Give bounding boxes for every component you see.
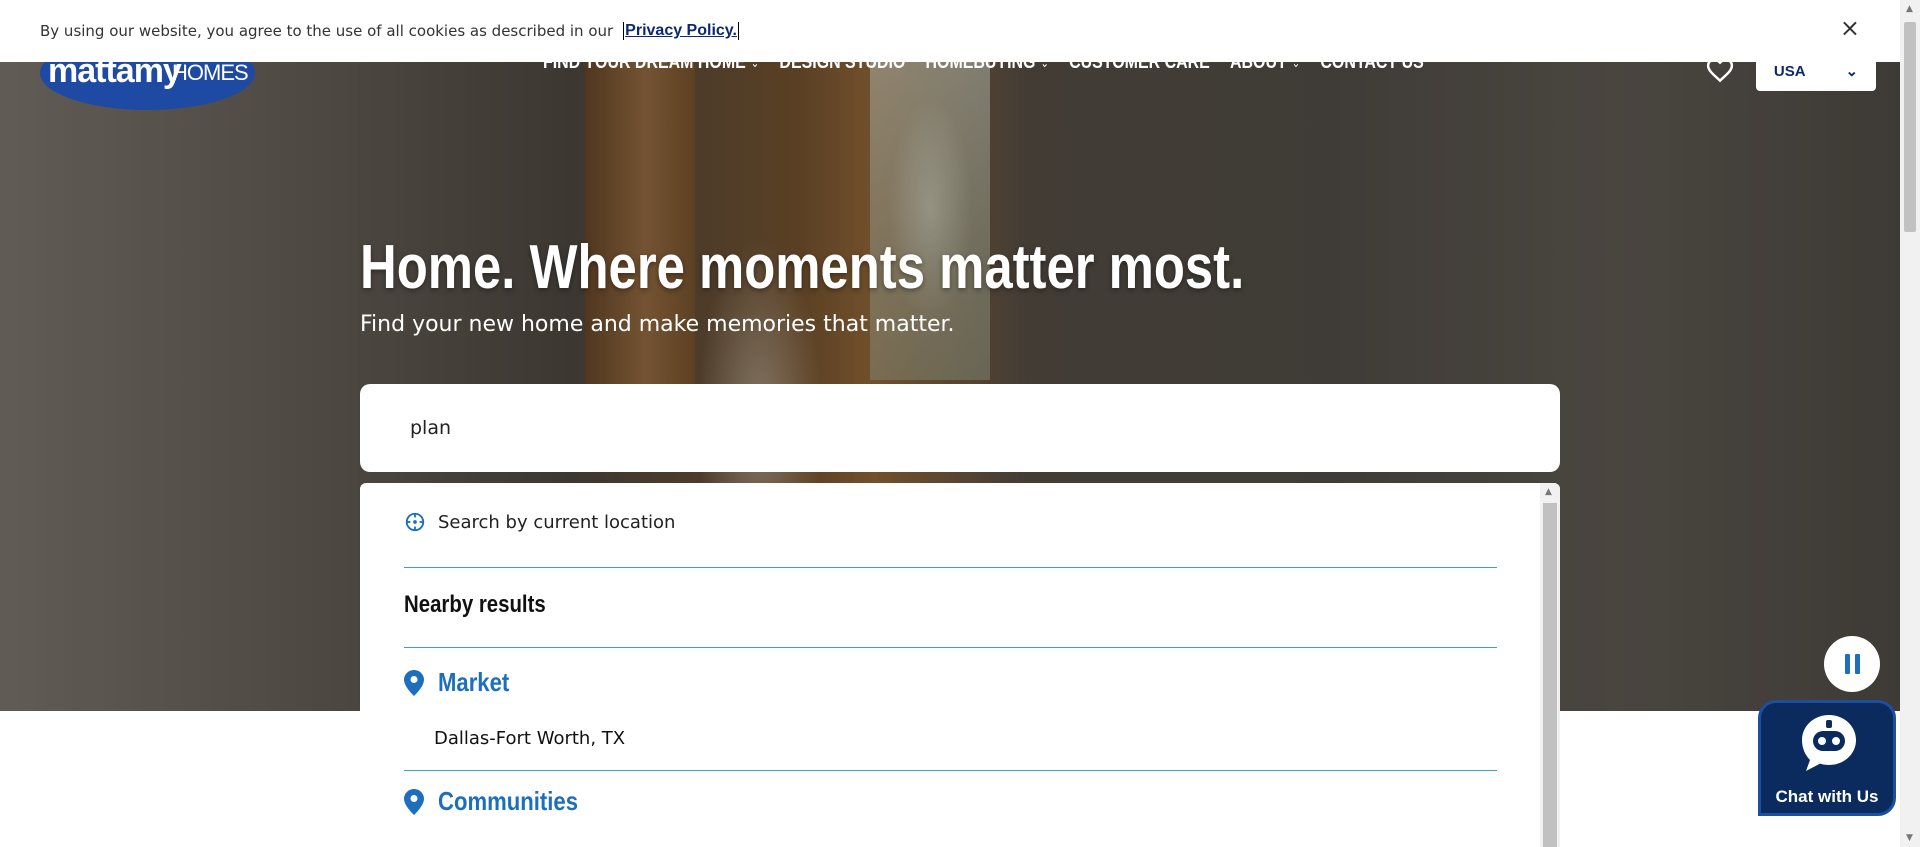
search-input[interactable] <box>410 417 1510 439</box>
page-scrollbar[interactable]: ▲ ▼ <box>1900 0 1920 847</box>
search-box[interactable] <box>360 384 1560 472</box>
hero-title: Home. Where moments matter most. <box>360 233 1245 302</box>
chat-label: Chat with Us <box>1775 787 1879 806</box>
search-suggestions: Search by current location Nearby result… <box>360 483 1560 847</box>
search-current-location[interactable]: Search by current location <box>404 511 675 533</box>
nearby-results-heading: Nearby results <box>404 591 546 618</box>
group-market: Market <box>404 667 522 698</box>
cookie-text: By using our website, you agree to the u… <box>40 22 614 40</box>
crosshair-icon <box>405 512 425 532</box>
scroll-thumb[interactable] <box>1904 22 1916 232</box>
region-value: USA <box>1773 62 1806 80</box>
scroll-down-icon[interactable]: ▼ <box>1906 833 1913 843</box>
divider <box>404 567 1497 568</box>
chevron-down-icon: ⌄ <box>1845 63 1859 80</box>
close-icon[interactable]: × <box>1840 14 1860 42</box>
dropdown-scrollbar[interactable]: ▲ <box>1540 483 1560 847</box>
divider <box>404 647 1497 648</box>
scroll-up-icon[interactable]: ▲ <box>1545 487 1552 497</box>
map-pin-icon <box>404 788 424 815</box>
group-communities: Communities <box>404 786 603 817</box>
robot-icon <box>1802 715 1856 771</box>
hero-subtitle: Find your new home and make memories tha… <box>360 312 955 337</box>
map-pin-icon <box>404 669 424 696</box>
scroll-up-icon[interactable]: ▲ <box>1906 4 1913 14</box>
chat-widget-button[interactable]: Chat with Us <box>1758 700 1896 816</box>
divider <box>404 770 1497 771</box>
scroll-thumb[interactable] <box>1543 503 1557 847</box>
logo-sub-text: HOMES <box>172 60 249 85</box>
cookie-banner: By using our website, you agree to the u… <box>0 0 1900 62</box>
pause-icon <box>1844 654 1850 674</box>
pause-video-button[interactable] <box>1824 636 1880 692</box>
result-item[interactable]: Dallas-Fort Worth, TX <box>434 728 625 749</box>
privacy-policy-link[interactable]: Privacy Policy. <box>623 22 739 40</box>
